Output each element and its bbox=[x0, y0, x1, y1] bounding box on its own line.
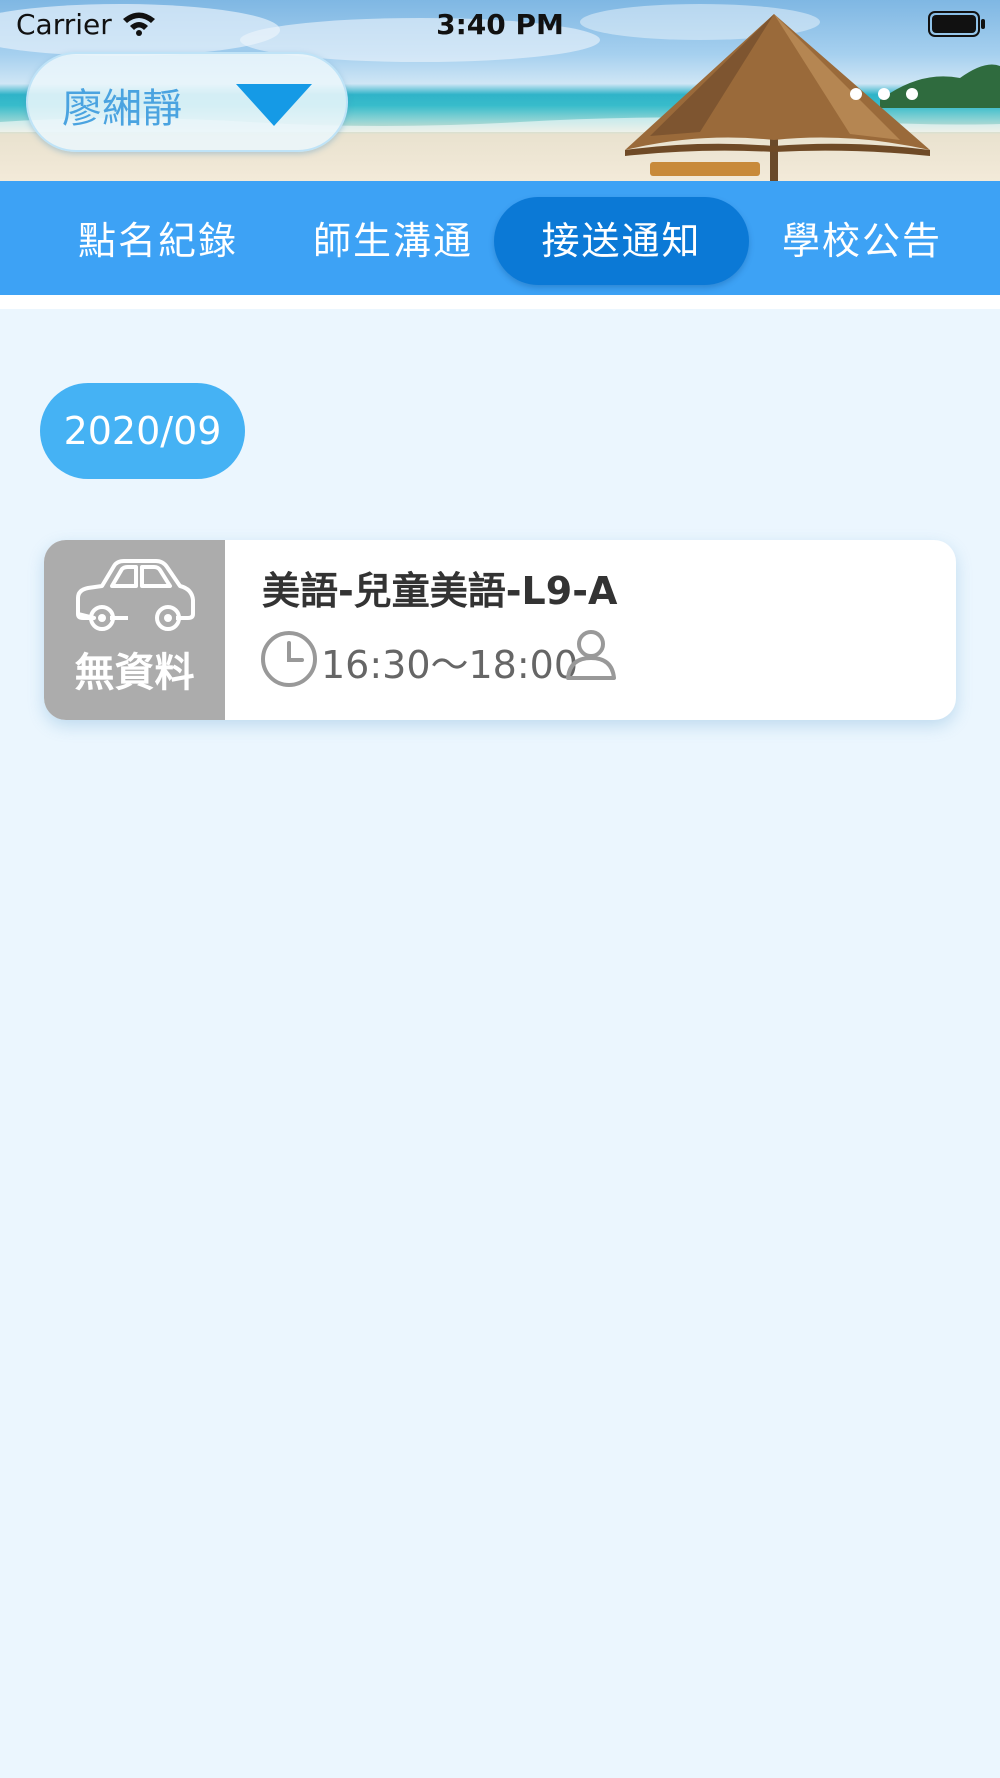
pager-dot[interactable] bbox=[878, 88, 890, 100]
tab-pickup-notice[interactable]: 接送通知 bbox=[494, 197, 749, 285]
pager-dot[interactable] bbox=[850, 88, 862, 100]
dropdown-triangle-icon bbox=[236, 84, 312, 126]
pickup-status-label: 無資料 bbox=[74, 650, 195, 696]
car-icon bbox=[76, 559, 195, 631]
person-icon bbox=[566, 630, 616, 680]
pager-dot[interactable] bbox=[906, 88, 918, 100]
clock-icon bbox=[261, 631, 317, 687]
header-banner: Carrier 3:40 PM 廖緗靜 bbox=[0, 0, 1000, 182]
clock-time: 3:40 PM bbox=[436, 8, 564, 41]
student-selector[interactable]: 廖緗靜 bbox=[26, 52, 348, 152]
student-name: 廖緗靜 bbox=[62, 86, 182, 132]
pickup-record-card[interactable]: 無資料 美語-兒童美語-L9-A 16:30～18:00 bbox=[44, 540, 956, 720]
tab-teacher-communication[interactable]: 師生溝通 bbox=[273, 197, 513, 285]
battery-icon bbox=[928, 11, 985, 37]
class-time: 16:30～18:00 bbox=[321, 643, 579, 687]
course-title: 美語-兒童美語-L9-A bbox=[262, 569, 618, 613]
tab-bar: 點名紀錄 師生溝通 接送通知 學校公告 bbox=[0, 181, 1000, 295]
tab-school-announcement[interactable]: 學校公告 bbox=[742, 197, 982, 285]
pickup-status-panel: 無資料 bbox=[44, 540, 225, 720]
tab-attendance[interactable]: 點名紀錄 bbox=[38, 197, 278, 285]
month-label[interactable]: 2020/09 bbox=[40, 383, 245, 479]
tabbar-divider bbox=[0, 295, 1000, 309]
